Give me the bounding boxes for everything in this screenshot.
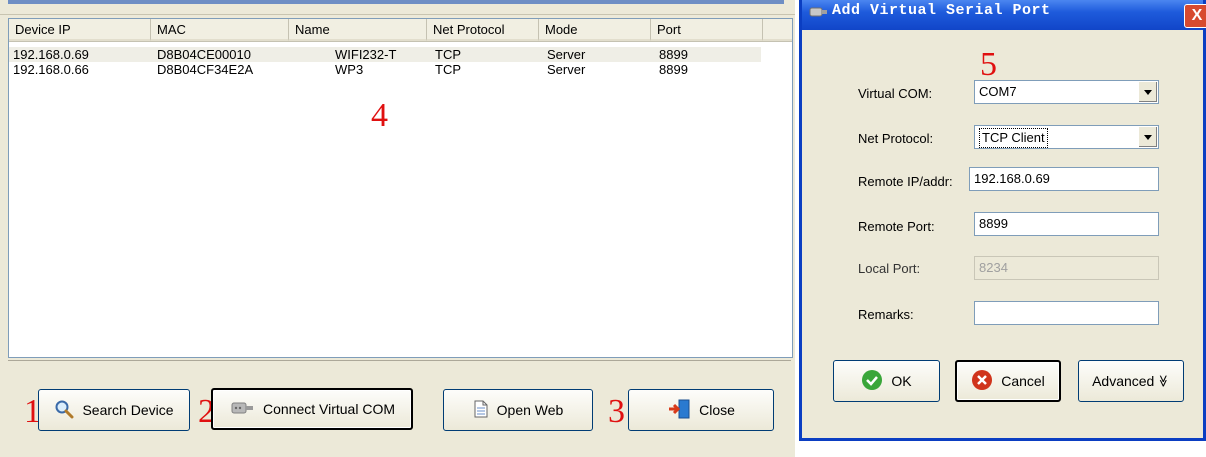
exit-door-icon [667,399,691,422]
search-device-label: Search Device [82,402,174,418]
cell-mode: Server [547,62,586,77]
serial-port-icon [229,398,255,421]
column-header-mode[interactable]: Mode [539,19,651,41]
local-port-value: 8234 [979,260,1008,275]
device-list[interactable]: Device IP MAC Name Net Protocol Mode Por… [8,18,793,358]
cell-device-ip: 192.168.0.66 [13,62,89,77]
magnifier-icon [54,399,74,422]
remarks-label: Remarks: [858,307,914,322]
net-protocol-select[interactable]: TCP Client [974,125,1159,149]
net-protocol-label: Net Protocol: [858,131,934,146]
remote-ip-input[interactable]: 192.168.0.69 [969,167,1159,191]
cell-name: WIFI232-T [335,47,397,62]
open-web-button[interactable]: Open Web [443,389,593,431]
column-header-device-ip[interactable]: Device IP [9,19,151,41]
annotation-number-3: 3 [608,393,625,430]
ok-button[interactable]: OK [833,360,940,402]
cell-mac: D8B04CE00010 [157,47,251,62]
double-chevron-down-icon: ≫ [1156,374,1171,388]
window-top-edge [0,0,795,15]
cell-mode: Server [547,47,586,62]
cell-device-ip: 192.168.0.69 [13,47,89,62]
remarks-input[interactable] [974,301,1159,325]
dialog-close-icon[interactable]: X [1184,4,1206,28]
dropdown-arrow-icon[interactable] [1138,127,1157,147]
add-virtual-serial-port-dialog: Add Virtual Serial Port X 5 Virtual COM:… [799,0,1206,441]
remote-ip-label: Remote IP/addr: [858,174,953,189]
check-icon [861,369,883,394]
net-protocol-value: TCP Client [979,128,1048,148]
column-header-name[interactable]: Name [289,19,427,41]
column-header-mac[interactable]: MAC [151,19,289,41]
dialog-title: Add Virtual Serial Port [832,2,1051,19]
close-label: Close [699,402,735,418]
cancel-icon [971,369,993,394]
column-header-net-protocol[interactable]: Net Protocol [427,19,539,41]
virtual-com-label: Virtual COM: [858,86,933,101]
advanced-button[interactable]: Advanced ≫ [1078,360,1184,402]
table-row[interactable]: 192.168.0.66 D8B04CF34E2A WP3 TCP Server… [9,62,761,77]
virtual-com-select[interactable]: COM7 [974,80,1159,104]
cell-name: WP3 [335,62,364,77]
ok-label: OK [891,373,912,389]
column-header-port[interactable]: Port [651,19,763,41]
annotation-number-4: 4 [371,97,388,134]
open-web-label: Open Web [496,402,564,418]
table-row[interactable]: 192.168.0.69 D8B04CE00010 WIFI232-T TCP … [9,47,761,62]
cell-port: 8899 [659,62,688,77]
advanced-label: Advanced [1092,373,1155,389]
remote-port-label: Remote Port: [858,219,935,234]
close-button[interactable]: Close [628,389,774,431]
virtual-com-value: COM7 [979,84,1017,99]
local-port-label: Local Port: [858,261,921,276]
connect-virtual-com-button[interactable]: Connect Virtual COM [211,388,413,430]
cell-protocol: TCP [435,47,461,62]
local-port-input: 8234 [974,256,1159,280]
search-device-button[interactable]: Search Device [38,389,190,431]
document-icon [473,400,489,421]
app-icon [808,3,828,24]
dropdown-arrow-icon[interactable] [1138,82,1157,102]
dialog-titlebar[interactable]: Add Virtual Serial Port X [802,0,1206,30]
column-header-filler [763,19,792,41]
annotation-number-5: 5 [980,46,997,83]
remote-ip-value: 192.168.0.69 [974,171,1050,186]
cell-mac: D8B04CF34E2A [157,62,254,77]
button-panel: 1 Search Device 2 Connect Virtual COM Op… [8,360,791,445]
cancel-label: Cancel [1001,373,1045,389]
device-search-window: Device IP MAC Name Net Protocol Mode Por… [0,0,795,457]
remote-port-input[interactable]: 8899 [974,212,1159,236]
cell-protocol: TCP [435,62,461,77]
device-list-header: Device IP MAC Name Net Protocol Mode Por… [9,19,792,42]
remote-port-value: 8899 [979,216,1008,231]
connect-virtual-com-label: Connect Virtual COM [262,401,395,417]
cancel-button[interactable]: Cancel [955,360,1061,402]
cell-port: 8899 [659,47,688,62]
